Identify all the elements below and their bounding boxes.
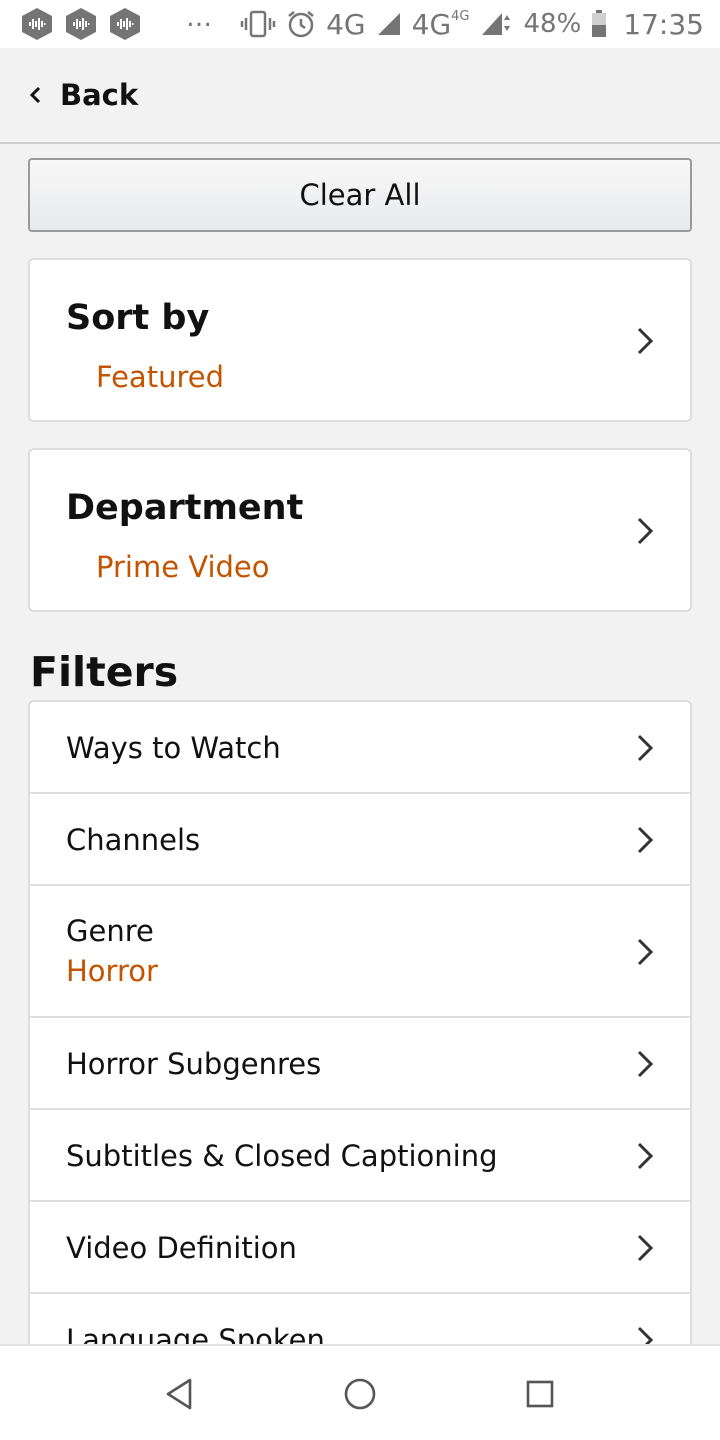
filters-heading: Filters [30, 648, 179, 696]
navigation-bar [0, 1344, 720, 1440]
filter-subtitles[interactable]: Subtitles & Closed Captioning [30, 1110, 690, 1202]
chevron-right-icon [637, 1234, 654, 1262]
battery-icon [592, 10, 607, 37]
filters-list: Ways to Watch Channels Genre Horror Horr… [28, 700, 692, 1400]
filter-selected-value: Horror [66, 954, 158, 988]
department-value: Prime Video [96, 550, 270, 584]
clear-all-button[interactable]: Clear All [28, 158, 692, 232]
home-circle-icon[interactable] [342, 1376, 378, 1412]
filter-label: Horror Subgenres [66, 1047, 322, 1081]
status-bar: … 4G 4G4G 48% 17:35 [0, 0, 720, 48]
chevron-right-icon [637, 1050, 654, 1078]
status-indicators: 4G 4G4G 48% 17:35 [240, 8, 704, 41]
chevron-right-icon [637, 734, 654, 762]
filter-channels[interactable]: Channels [30, 794, 690, 886]
podcast-app-icon [110, 8, 140, 40]
more-notifications-icon: … [186, 3, 213, 33]
department-title: Department [66, 488, 304, 528]
header: Back [0, 48, 720, 144]
chevron-right-icon [637, 327, 654, 355]
chevron-right-icon [637, 826, 654, 854]
chevron-right-icon [637, 517, 654, 545]
filter-label: Ways to Watch [66, 731, 281, 765]
chevron-right-icon [637, 1142, 654, 1170]
network-type-2-sup: 4G [451, 8, 470, 24]
clock: 17:35 [623, 7, 704, 41]
filter-horror-subgenres[interactable]: Horror Subgenres [30, 1018, 690, 1110]
vibrate-icon [240, 10, 276, 38]
signal-icon [377, 13, 400, 35]
filter-label: Genre [66, 914, 154, 948]
podcast-app-icon [66, 8, 96, 40]
network-type-2: 4G4G [411, 7, 470, 41]
notification-icons [22, 8, 140, 40]
chevron-right-icon [637, 938, 654, 966]
back-label: Back [60, 78, 139, 112]
filter-label: Video Definition [66, 1231, 297, 1265]
sort-by-card[interactable]: Sort by Featured [28, 258, 692, 422]
chevron-left-icon [29, 86, 41, 104]
filter-label: Channels [66, 823, 201, 857]
network-type-1: 4G [326, 7, 366, 41]
recents-square-icon[interactable] [522, 1376, 558, 1412]
battery-percentage: 48% [523, 9, 582, 39]
alarm-icon [288, 11, 314, 38]
sort-by-title: Sort by [66, 298, 210, 338]
filter-genre[interactable]: Genre Horror [30, 886, 690, 1018]
podcast-app-icon [22, 8, 52, 40]
filter-label: Subtitles & Closed Captioning [66, 1139, 498, 1173]
department-card[interactable]: Department Prime Video [28, 448, 692, 612]
signal-icon [481, 13, 510, 35]
filter-video-definition[interactable]: Video Definition [30, 1202, 690, 1294]
sort-by-value: Featured [96, 360, 224, 394]
filter-ways-to-watch[interactable]: Ways to Watch [30, 702, 690, 794]
back-triangle-icon[interactable] [162, 1376, 198, 1412]
back-button[interactable]: Back [26, 78, 138, 112]
